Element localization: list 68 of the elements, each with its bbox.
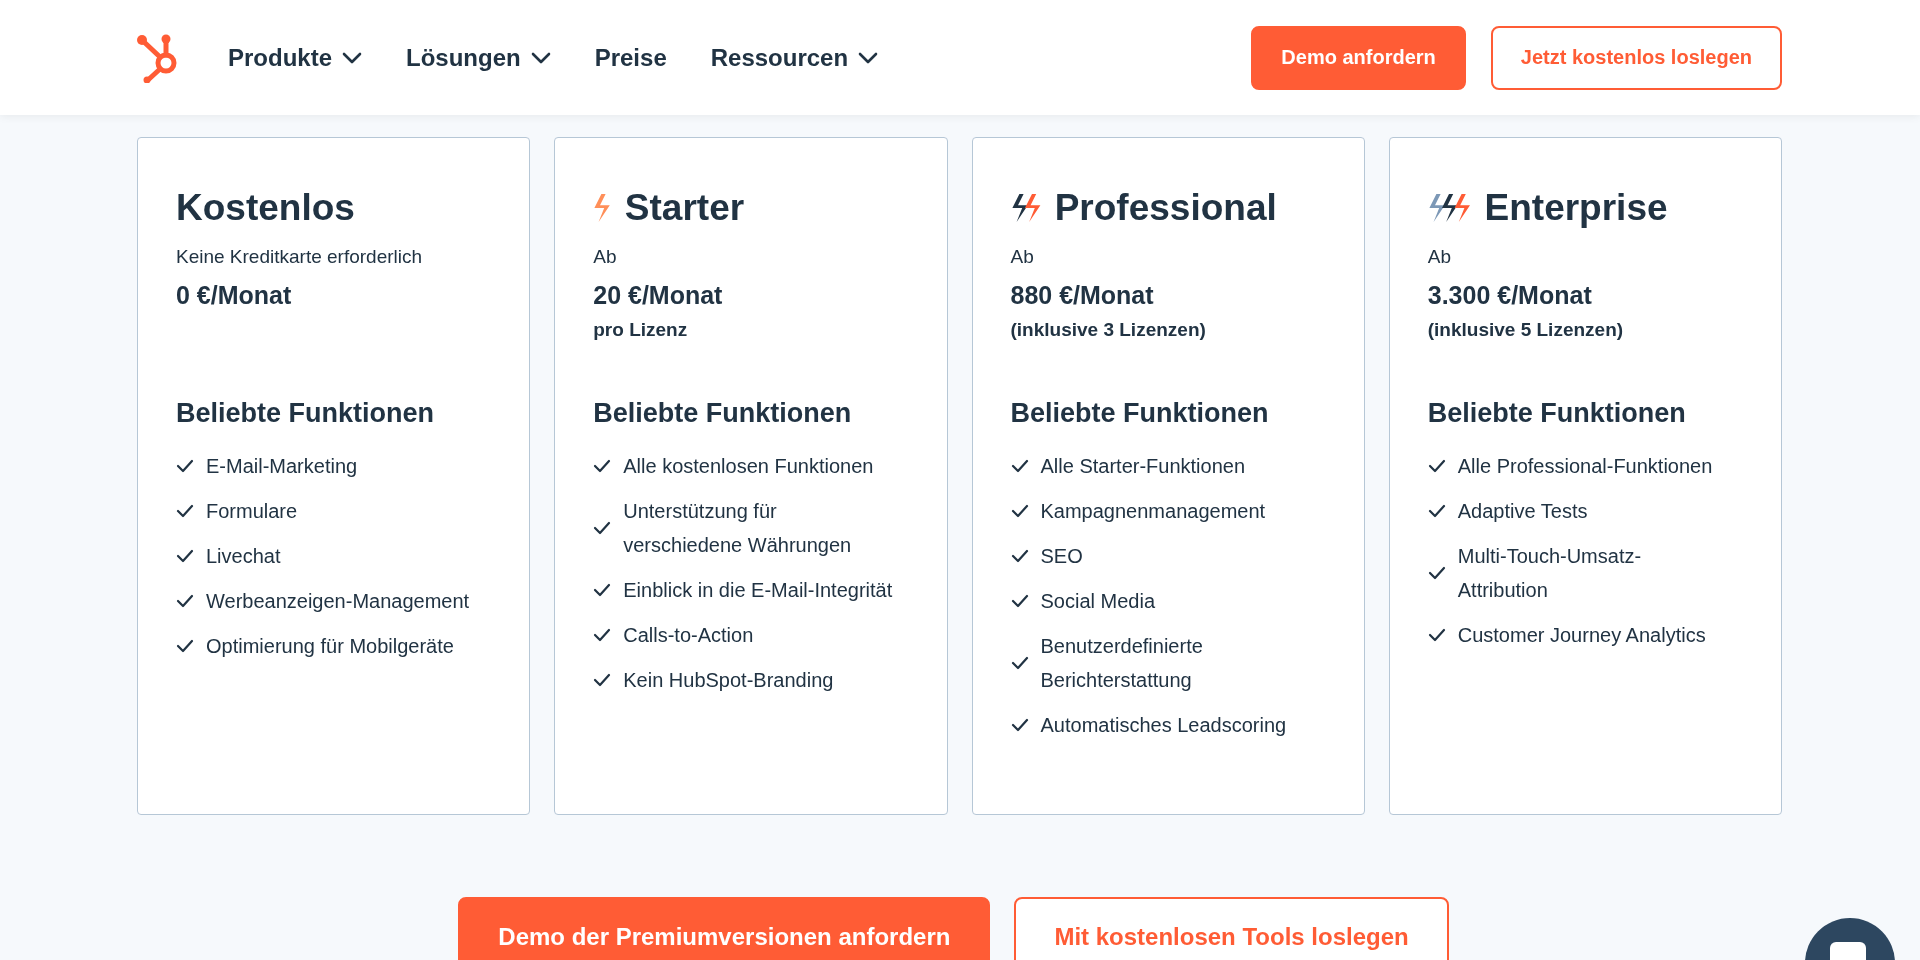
check-icon — [593, 673, 612, 687]
feature-text: Benutzerdefinierte Berichterstattung — [1040, 634, 1204, 693]
feature-text: Alle Starter-Funktionen — [1040, 454, 1246, 479]
check-icon — [1427, 566, 1446, 580]
plan-title: Professional — [1054, 186, 1277, 230]
check-icon — [1010, 656, 1029, 670]
features-heading: Beliebte Funktionen — [593, 397, 852, 429]
check-icon — [176, 549, 194, 563]
features-heading: Beliebte Funktionen — [1010, 397, 1269, 429]
check-icon — [176, 459, 194, 473]
plan-note: Keine Kreditkarte erforderlich — [176, 245, 424, 269]
feature-text: Einblick in die E-Mail-Integrität — [623, 578, 893, 603]
features-heading: Beliebte Funktionen — [1427, 397, 1686, 429]
check-icon — [593, 521, 612, 535]
price-detail: pro Lizenz — [593, 318, 689, 342]
feature-text: Alle Professional-Funktionen — [1457, 454, 1713, 479]
check-icon — [1010, 549, 1029, 563]
feature-text: Customer Journey Analytics — [1457, 623, 1706, 648]
plan-note: Ab — [1427, 245, 1452, 269]
check-icon — [593, 459, 612, 473]
chat-icon[interactable] — [1805, 918, 1895, 960]
check-icon — [1427, 459, 1446, 473]
chevron-down-icon — [858, 51, 879, 64]
chevron-down-icon — [530, 51, 551, 64]
feature-text: Alle kostenlosen Funktionen — [623, 454, 874, 479]
feature-text: Social Media — [1040, 589, 1155, 614]
feature-text: SEO — [1040, 544, 1083, 569]
feature-text: Unterstützung für verschiedene Währungen — [623, 499, 853, 558]
plan-title: Starter — [624, 186, 745, 230]
nav-link[interactable]: Lösungen — [406, 43, 551, 72]
price-detail: (inklusive 5 Lizenzen) — [1427, 318, 1625, 342]
check-icon — [1010, 718, 1029, 732]
nav-link[interactable]: Produkte — [228, 43, 362, 72]
feature-text: Werbeanzeigen-Management — [206, 589, 470, 614]
plan-price: 880 €/Monat — [1010, 280, 1155, 310]
nav-link[interactable]: Preise — [594, 43, 667, 72]
check-icon — [593, 628, 612, 642]
check-icon — [1010, 594, 1029, 608]
nav-link[interactable]: Ressourcen — [710, 43, 879, 72]
check-icon — [1010, 459, 1029, 473]
check-icon — [593, 583, 612, 597]
check-icon — [176, 639, 194, 653]
feature-text: Calls-to-Action — [623, 623, 754, 648]
feature-text: Formulare — [206, 499, 298, 524]
check-icon — [1427, 628, 1446, 642]
check-icon — [1010, 504, 1029, 518]
plan-title: Kostenlos — [176, 186, 355, 230]
bolt-icon — [1427, 191, 1473, 225]
plan-price: 20 €/Monat — [593, 280, 724, 310]
feature-text: Livechat — [206, 544, 281, 569]
price-detail: (inklusive 3 Lizenzen) — [1010, 318, 1207, 342]
plan-note: Ab — [593, 245, 618, 269]
check-icon — [176, 594, 194, 608]
plan-price: 3.300 €/Monat — [1427, 280, 1593, 310]
check-icon — [176, 504, 194, 518]
features-heading: Beliebte Funktionen — [176, 397, 435, 429]
feature-text: Kampagnenmanagement — [1040, 499, 1266, 524]
check-icon — [1427, 504, 1446, 518]
plan-title: Enterprise — [1484, 186, 1668, 230]
chevron-down-icon — [342, 51, 362, 64]
plan-note: Ab — [1010, 245, 1035, 269]
feature-text: E-Mail-Marketing — [206, 454, 358, 479]
feature-text: Adaptive Tests — [1457, 499, 1588, 524]
plan-price: 0 €/Monat — [176, 280, 293, 310]
feature-text: Kein HubSpot-Branding — [623, 668, 834, 693]
feature-text: Optimierung für Mobilgeräte — [206, 634, 454, 659]
feature-text: Automatisches Leadscoring — [1040, 713, 1287, 738]
feature-text: Multi-Touch-Umsatz-Attribution — [1457, 544, 1643, 603]
